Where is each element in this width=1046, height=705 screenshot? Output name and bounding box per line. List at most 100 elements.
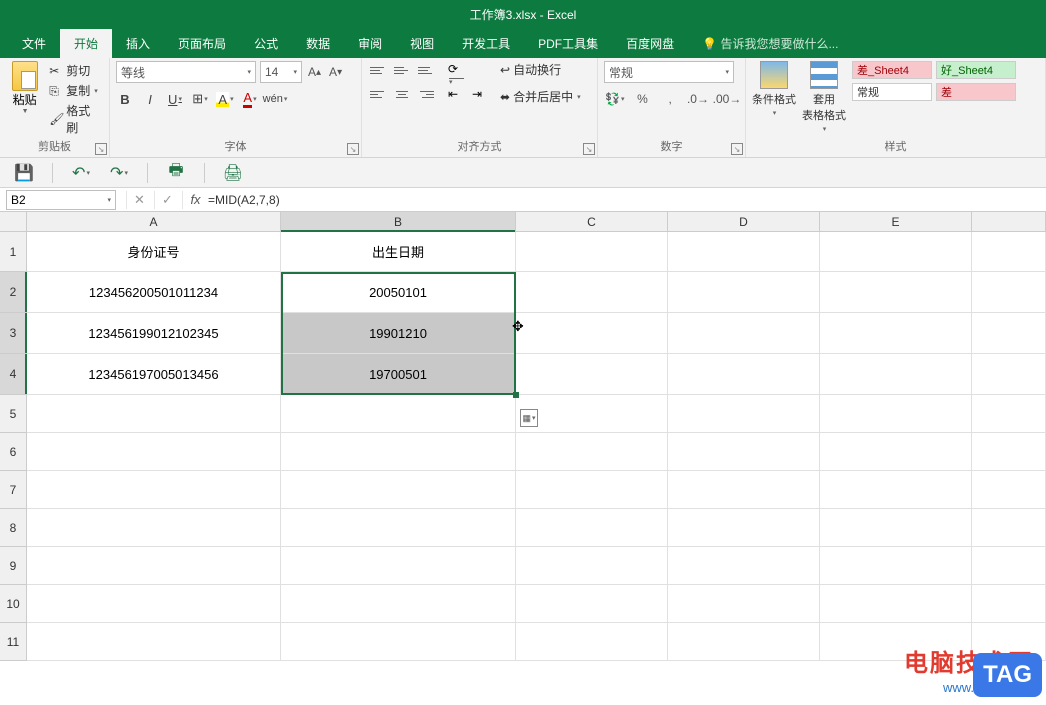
cell[interactable]	[27, 509, 281, 547]
row-head-5[interactable]: 5	[0, 395, 27, 433]
border-button[interactable]: ⊞▾	[191, 89, 209, 109]
cell[interactable]	[27, 547, 281, 585]
bold-button[interactable]: B	[116, 89, 134, 109]
cell[interactable]	[281, 509, 516, 547]
cell[interactable]	[668, 509, 820, 547]
row-head-10[interactable]: 10	[0, 585, 27, 623]
increase-font-button[interactable]: A▴	[306, 61, 323, 83]
cell[interactable]	[972, 354, 1046, 395]
cell[interactable]	[972, 313, 1046, 354]
cut-button[interactable]: ✂剪切	[47, 61, 103, 80]
cell[interactable]	[516, 471, 668, 509]
cell[interactable]	[820, 585, 972, 623]
cell[interactable]	[668, 471, 820, 509]
cell[interactable]	[668, 313, 820, 354]
tell-me[interactable]: 💡 告诉我您想要做什么...	[688, 29, 852, 58]
cell[interactable]	[516, 585, 668, 623]
col-head-e[interactable]: E	[820, 212, 972, 232]
cell[interactable]	[27, 623, 281, 661]
row-head-4[interactable]: 4	[0, 354, 27, 395]
cell[interactable]	[281, 471, 516, 509]
font-size-select[interactable]: 14▾	[260, 61, 302, 83]
orientation-button[interactable]: ⟳▾	[446, 61, 466, 79]
tab-pdf-tools[interactable]: PDF工具集	[524, 29, 612, 58]
cell[interactable]	[668, 547, 820, 585]
cell[interactable]	[820, 272, 972, 313]
dialog-launcher-icon[interactable]: ↘	[731, 143, 743, 155]
fx-button[interactable]: fx	[182, 191, 200, 209]
cell[interactable]	[281, 433, 516, 471]
align-top-button[interactable]	[368, 61, 388, 79]
copy-button[interactable]: ⎘复制▾	[47, 81, 103, 100]
dialog-launcher-icon[interactable]: ↘	[583, 143, 595, 155]
tab-baidu[interactable]: 百度网盘	[612, 29, 688, 58]
cell[interactable]	[668, 433, 820, 471]
cell[interactable]	[820, 354, 972, 395]
tab-insert[interactable]: 插入	[112, 29, 164, 58]
row-head-3[interactable]: 3	[0, 313, 27, 354]
cell[interactable]	[820, 509, 972, 547]
cell[interactable]: 123456199012102345	[27, 313, 281, 354]
autofill-options-button[interactable]: ▦▾	[520, 409, 538, 427]
cell[interactable]	[820, 313, 972, 354]
spreadsheet-grid[interactable]: A B C D E 1身份证号出生日期212345620050101123420…	[0, 212, 1046, 705]
cell[interactable]	[668, 623, 820, 661]
row-head-8[interactable]: 8	[0, 509, 27, 547]
cell[interactable]	[972, 433, 1046, 471]
tab-review[interactable]: 审阅	[344, 29, 396, 58]
formula-input[interactable]: =MID(A2,7,8)	[200, 190, 1046, 210]
comma-button[interactable]: ,	[659, 89, 681, 109]
align-right-button[interactable]	[416, 85, 436, 103]
cell[interactable]	[820, 395, 972, 433]
cell[interactable]	[972, 509, 1046, 547]
cell[interactable]	[820, 471, 972, 509]
cell[interactable]	[668, 395, 820, 433]
confirm-formula-button[interactable]: ✓	[154, 191, 172, 209]
print-preview-button[interactable]: 🖶	[166, 163, 186, 183]
save-button[interactable]: 💾	[14, 163, 34, 183]
row-head-11[interactable]: 11	[0, 623, 27, 661]
decrease-decimal-button[interactable]: .00→	[715, 89, 739, 109]
cell[interactable]	[972, 232, 1046, 272]
select-all-corner[interactable]	[0, 212, 27, 232]
col-head-c[interactable]: C	[516, 212, 668, 232]
align-middle-button[interactable]	[392, 61, 412, 79]
cell[interactable]	[27, 433, 281, 471]
fill-color-button[interactable]: A▾	[216, 89, 234, 109]
cell[interactable]	[972, 395, 1046, 433]
cell[interactable]	[27, 395, 281, 433]
cell[interactable]: 出生日期	[281, 232, 516, 272]
cell[interactable]	[668, 272, 820, 313]
align-center-button[interactable]	[392, 85, 412, 103]
font-name-select[interactable]: 等线▾	[116, 61, 256, 83]
paste-button[interactable]: 粘贴 ▼	[6, 61, 43, 115]
cell[interactable]	[820, 433, 972, 471]
undo-button[interactable]: ↶▾	[71, 163, 91, 183]
format-table-button[interactable]: 套用 表格格式▾	[802, 61, 846, 133]
wrap-text-button[interactable]: ↩自动换行	[500, 61, 581, 78]
cell[interactable]	[516, 232, 668, 272]
decrease-indent-button[interactable]: ⇤	[446, 85, 466, 103]
tab-developer[interactable]: 开发工具	[448, 29, 524, 58]
cell[interactable]: 20050101	[281, 272, 516, 313]
decrease-font-button[interactable]: A▾	[327, 61, 344, 83]
tab-home[interactable]: 开始	[60, 29, 112, 58]
cell[interactable]	[972, 471, 1046, 509]
fill-handle[interactable]	[513, 392, 519, 398]
row-head-2[interactable]: 2	[0, 272, 27, 313]
redo-button[interactable]: ↷▾	[109, 163, 129, 183]
cell[interactable]	[516, 313, 668, 354]
cell[interactable]	[972, 272, 1046, 313]
row-head-6[interactable]: 6	[0, 433, 27, 471]
cell[interactable]	[516, 547, 668, 585]
col-head-extra[interactable]	[972, 212, 1046, 232]
tab-page-layout[interactable]: 页面布局	[164, 29, 240, 58]
col-head-b[interactable]: B	[281, 212, 516, 232]
name-box[interactable]: B2▾	[6, 190, 116, 210]
accounting-button[interactable]: 💱▾	[604, 89, 626, 109]
row-head-9[interactable]: 9	[0, 547, 27, 585]
print-button[interactable]: 🖨	[223, 163, 243, 183]
tab-view[interactable]: 视图	[396, 29, 448, 58]
align-bottom-button[interactable]	[416, 61, 436, 79]
style-bad[interactable]: 差_Sheet4	[852, 61, 932, 79]
